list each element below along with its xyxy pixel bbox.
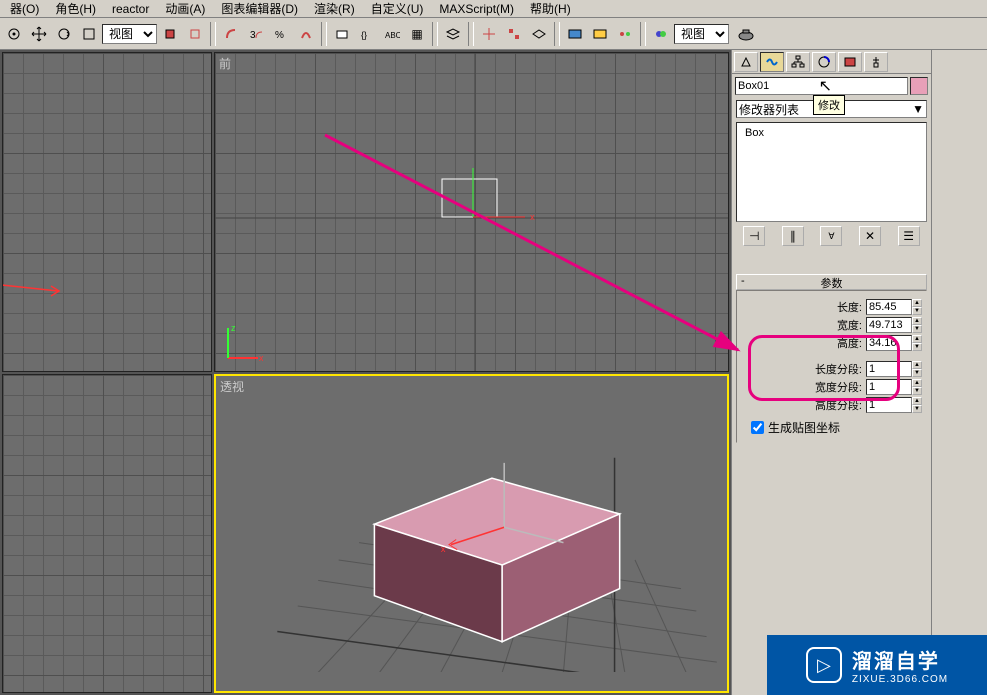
wseg-label: 宽度分段: xyxy=(815,379,862,395)
watermark-logo-icon: ▷ xyxy=(806,647,842,683)
width-label: 宽度: xyxy=(837,317,862,333)
gen-uv-label: 生成贴图坐标 xyxy=(768,419,840,436)
render-view-select[interactable]: 视图 xyxy=(674,24,729,44)
wseg-spinner[interactable]: ▲▼ xyxy=(912,379,922,395)
svg-text:x: x xyxy=(259,353,263,363)
menu-item[interactable]: 动画(A) xyxy=(157,0,213,17)
viewport-label: 前 xyxy=(219,55,231,72)
width-spinner[interactable]: ▲▼ xyxy=(912,317,922,333)
svg-text:x: x xyxy=(530,212,535,222)
motion-tab-icon[interactable] xyxy=(812,52,836,72)
align-icon[interactable]: ABC xyxy=(380,22,404,46)
menu-item[interactable]: 渲染(R) xyxy=(306,0,363,17)
height-input[interactable] xyxy=(866,335,912,351)
remove-modifier-icon[interactable]: ✕ xyxy=(859,226,881,246)
viewport-container: 前 x x z xyxy=(0,50,731,695)
viewport-front[interactable]: 前 x x z xyxy=(214,52,729,372)
snap-toggle-icon[interactable] xyxy=(219,22,243,46)
show-end-result-icon[interactable]: ∥ xyxy=(782,226,804,246)
angle-snap-icon[interactable]: 3 xyxy=(244,22,268,46)
rollout-header[interactable]: - 参数 xyxy=(736,274,927,290)
quick-render-icon[interactable] xyxy=(649,22,673,46)
array-icon[interactable]: ▦ xyxy=(405,22,429,46)
make-unique-icon[interactable]: ∀ xyxy=(820,226,842,246)
modifier-stack[interactable]: Box xyxy=(736,122,927,222)
tooltip: 修改 xyxy=(813,95,845,115)
percent-snap-icon[interactable]: % xyxy=(269,22,293,46)
viewport-left[interactable] xyxy=(2,374,212,694)
watermark: ▷ 溜溜自学 ZIXUE.3D66.COM xyxy=(767,635,987,695)
right-gutter xyxy=(931,50,987,695)
svg-text:3: 3 xyxy=(250,30,256,41)
height-label: 高度: xyxy=(837,335,862,351)
mirror-icon[interactable]: {} xyxy=(355,22,379,46)
select-by-name-icon[interactable] xyxy=(183,22,207,46)
menu-item[interactable]: MAXScript(M) xyxy=(431,2,522,16)
select-object-icon[interactable] xyxy=(2,22,26,46)
workspace: 前 x x z xyxy=(0,50,987,695)
length-label: 长度: xyxy=(837,299,862,315)
render-frame-icon[interactable] xyxy=(588,22,612,46)
hseg-label: 高度分段: xyxy=(815,397,862,413)
menu-item[interactable]: 角色(H) xyxy=(47,0,104,17)
utilities-tab-icon[interactable] xyxy=(864,52,888,72)
lseg-label: 长度分段: xyxy=(815,361,862,377)
menu-item[interactable]: 自定义(U) xyxy=(363,0,432,17)
main-toolbar: 视图 3 % {} ABC ▦ 视图 xyxy=(0,18,987,50)
move-icon[interactable] xyxy=(27,22,51,46)
pin-stack-icon[interactable]: ⊣ xyxy=(743,226,765,246)
menu-item[interactable]: 图表编辑器(D) xyxy=(213,0,306,17)
display-tab-icon[interactable] xyxy=(838,52,862,72)
spinner-snap-icon[interactable] xyxy=(294,22,318,46)
schematic-view-icon[interactable] xyxy=(502,22,526,46)
selection-lock-icon[interactable] xyxy=(158,22,182,46)
lseg-spinner[interactable]: ▲▼ xyxy=(912,361,922,377)
rotate-icon[interactable] xyxy=(52,22,76,46)
configure-sets-icon[interactable]: ☰ xyxy=(898,226,920,246)
stack-item[interactable]: Box xyxy=(745,127,918,139)
viewport-label: 透视 xyxy=(220,378,244,395)
width-input[interactable] xyxy=(866,317,912,333)
lseg-input[interactable] xyxy=(866,361,912,377)
gen-uv-checkbox[interactable] xyxy=(751,421,764,434)
length-input[interactable] xyxy=(866,299,912,315)
curve-editor-icon[interactable] xyxy=(477,22,501,46)
height-spinner[interactable]: ▲▼ xyxy=(912,335,922,351)
wseg-input[interactable] xyxy=(866,379,912,395)
create-tab-icon[interactable] xyxy=(734,52,758,72)
object-name-input[interactable] xyxy=(735,77,908,95)
teapot-render-icon[interactable] xyxy=(730,22,762,46)
command-panel-tabs xyxy=(732,50,931,74)
menu-bar: 器(O) 角色(H) reactor 动画(A) 图表编辑器(D) 渲染(R) … xyxy=(0,0,987,18)
render-type-icon[interactable] xyxy=(613,22,637,46)
viewport-perspective[interactable]: 透视 xyxy=(214,374,729,694)
svg-text:ABC: ABC xyxy=(385,31,400,40)
modifier-stack-buttons: ⊣ ∥ ∀ ✕ ☰ xyxy=(732,224,931,248)
menu-item[interactable]: reactor xyxy=(104,2,157,16)
named-selection-icon[interactable] xyxy=(330,22,354,46)
layers-icon[interactable] xyxy=(441,22,465,46)
svg-text:{}: {} xyxy=(361,30,367,40)
svg-text:z: z xyxy=(231,323,236,333)
watermark-title: 溜溜自学 xyxy=(852,645,948,674)
hseg-spinner[interactable]: ▲▼ xyxy=(912,397,922,413)
svg-text:%: % xyxy=(275,30,284,41)
hseg-input[interactable] xyxy=(866,397,912,413)
menu-item[interactable]: 帮助(H) xyxy=(522,0,579,17)
render-setup-icon[interactable] xyxy=(563,22,587,46)
hierarchy-tab-icon[interactable] xyxy=(786,52,810,72)
viewport-top[interactable] xyxy=(2,52,212,372)
object-color-swatch[interactable] xyxy=(910,77,928,95)
watermark-subtitle: ZIXUE.3D66.COM xyxy=(852,674,948,685)
menu-item[interactable]: 器(O) xyxy=(2,0,47,17)
scale-icon[interactable] xyxy=(77,22,101,46)
command-panel: 修改 ↖ 修改器列表▼ Box ⊣ ∥ ∀ ✕ ☰ - 参数 长度: xyxy=(731,50,931,695)
material-editor-icon[interactable] xyxy=(527,22,551,46)
parameters-rollout: - 参数 长度: ▲▼ 宽度: ▲▼ xyxy=(736,274,927,443)
modify-tab-icon[interactable] xyxy=(760,52,784,72)
svg-text:x: x xyxy=(441,543,446,553)
coord-system-select[interactable]: 视图 xyxy=(102,24,157,44)
length-spinner[interactable]: ▲▼ xyxy=(912,299,922,315)
